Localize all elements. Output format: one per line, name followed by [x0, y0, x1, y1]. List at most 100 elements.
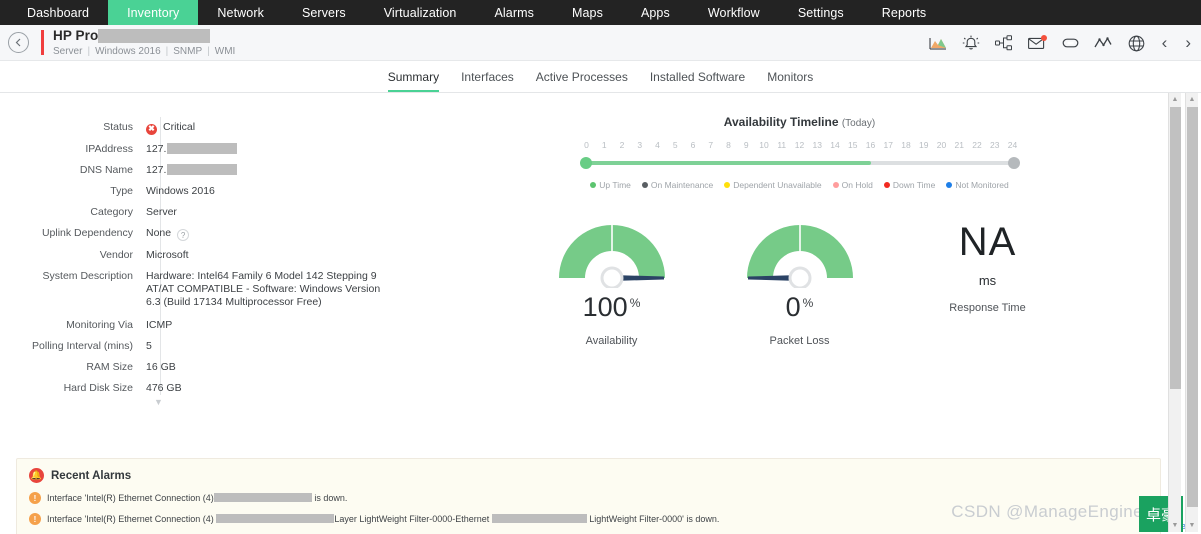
detail-value: Hardware: Intel64 Family 6 Model 142 Ste… [146, 270, 384, 309]
redacted-alarm-mask [492, 514, 587, 523]
hour-tick: 23 [988, 140, 1002, 150]
scrollbar-thumb[interactable] [1170, 107, 1181, 389]
response-time-unit: ms [908, 273, 1068, 288]
legend-label: Down Time [893, 180, 936, 190]
nav-item-network[interactable]: Network [198, 0, 283, 25]
availability-title-text: Availability Timeline [724, 115, 839, 129]
nav-item-settings[interactable]: Settings [779, 0, 863, 25]
availability-unit: % [630, 296, 641, 310]
detail-label: Hard Disk Size [6, 382, 146, 395]
hour-tick: 22 [970, 140, 984, 150]
nav-item-apps[interactable]: Apps [622, 0, 689, 25]
warning-icon: ! [29, 513, 41, 525]
help-icon[interactable]: ? [177, 229, 189, 241]
nav-item-dashboard[interactable]: Dashboard [8, 0, 108, 25]
slider-uptime-fill [586, 161, 871, 165]
detail-row-vendor: Vendor Microsoft [6, 249, 426, 262]
nav-item-maps[interactable]: Maps [553, 0, 622, 25]
device-header: HP Pro Server | Windows 2016 | SNMP | WM… [0, 25, 1201, 61]
detail-row-status: Status ✖Critical [6, 121, 426, 135]
legend-dot [884, 182, 890, 188]
slider-handle-end[interactable] [1008, 157, 1020, 169]
device-title-block: HP Pro Server | Windows 2016 | SNMP | WM… [53, 28, 235, 57]
alarm-text-prefix: Interface 'Intel(R) Ethernet Connection … [47, 493, 214, 503]
tab-monitors[interactable]: Monitors [767, 70, 813, 92]
packet-loss-gauge-label: Packet Loss [720, 335, 880, 347]
separator: | [87, 46, 90, 57]
alarm-list-item[interactable]: ! Interface 'Intel(R) Ethernet Connectio… [29, 513, 1148, 525]
detail-value: 127. [146, 143, 237, 156]
metrics-panel: Availability Timeline (Today) 0 1 2 3 4 … [426, 103, 1173, 423]
scrollbar-thumb[interactable] [1187, 107, 1198, 507]
scroll-down-arrow-icon[interactable]: ▼ [1186, 519, 1198, 532]
area-chart-icon[interactable] [929, 34, 948, 53]
page-scrollbar[interactable]: ▲ ▼ [1185, 93, 1198, 532]
detail-label: System Description [6, 270, 146, 309]
tab-interfaces[interactable]: Interfaces [461, 70, 514, 92]
availability-number: 100 [583, 292, 628, 322]
response-time-value: NA [908, 222, 1068, 262]
hour-tick: 19 [917, 140, 931, 150]
nav-item-virtualization[interactable]: Virtualization [365, 0, 476, 25]
device-os: Windows 2016 [95, 46, 161, 57]
alarm-text-suffix: is down. [312, 493, 348, 503]
next-device-button[interactable]: › [1183, 33, 1193, 53]
hour-tick: 16 [864, 140, 878, 150]
legend-item-not-monitored: Not Monitored [946, 180, 1008, 190]
network-topology-icon[interactable] [995, 34, 1014, 53]
detail-row-ram-size: RAM Size 16 GB [6, 361, 426, 374]
dns-name-value: 127. [146, 164, 166, 176]
scroll-up-arrow-icon[interactable]: ▲ [1169, 93, 1181, 106]
alarm-text: Interface 'Intel(R) Ethernet Connection … [47, 514, 719, 524]
device-category: Server [53, 46, 82, 57]
line-chart-icon[interactable] [1094, 34, 1113, 53]
hour-tick: 12 [793, 140, 807, 150]
detail-label: Category [6, 206, 146, 219]
nav-item-alarms[interactable]: Alarms [475, 0, 553, 25]
tab-summary[interactable]: Summary [388, 70, 439, 92]
gauge-availability: 100% Availability [532, 216, 692, 347]
prev-device-button[interactable]: ‹ [1160, 33, 1170, 53]
header-toolbar: ‹ › [929, 25, 1193, 61]
alarm-text-mid: Layer LightWeight Filter-0000-Ethernet [334, 514, 491, 524]
link-chain-icon[interactable] [1061, 34, 1080, 53]
nav-item-workflow[interactable]: Workflow [689, 0, 779, 25]
detail-value: 16 GB [146, 361, 176, 374]
alarm-text-suffix: LightWeight Filter-0000' is down. [587, 514, 720, 524]
device-details-panel: Status ✖Critical IPAddress 127. DNS Name… [6, 103, 426, 423]
hour-tick: 24 [1006, 140, 1020, 150]
tab-active-processes[interactable]: Active Processes [536, 70, 628, 92]
availability-slider[interactable] [580, 157, 1020, 169]
nav-item-inventory[interactable]: Inventory [108, 0, 198, 25]
hour-tick: 3 [633, 140, 647, 150]
content-scrollbar[interactable]: ▲ ▼ [1168, 93, 1181, 532]
back-button[interactable] [8, 32, 29, 53]
alert-bell-icon[interactable] [962, 34, 981, 53]
warning-icon: ! [29, 492, 41, 504]
mail-icon[interactable] [1028, 34, 1047, 53]
hour-tick: 8 [722, 140, 736, 150]
scroll-down-arrow-icon[interactable]: ▼ [1169, 519, 1181, 532]
availability-period: (Today) [842, 118, 875, 129]
detail-row-hard-disk-size: Hard Disk Size 476 GB [6, 382, 426, 395]
alarm-list-item[interactable]: ! Interface 'Intel(R) Ethernet Connectio… [29, 492, 1148, 504]
detail-value: 476 GB [146, 382, 182, 395]
nav-item-reports[interactable]: Reports [863, 0, 945, 25]
legend-label: Not Monitored [955, 180, 1008, 190]
collapse-details-chevron-down-icon[interactable]: ▼ [154, 397, 163, 407]
nav-item-servers[interactable]: Servers [283, 0, 365, 25]
tab-installed-software[interactable]: Installed Software [650, 70, 745, 92]
slider-handle-start[interactable] [580, 157, 592, 169]
globe-icon[interactable] [1127, 34, 1146, 53]
detail-label: DNS Name [6, 164, 146, 177]
tab-bar: Summary Interfaces Active Processes Inst… [0, 61, 1201, 93]
detail-row-polling-interval: Polling Interval (mins) 5 [6, 340, 426, 353]
detail-label: IPAddress [6, 143, 146, 156]
detail-row-system-description: System Description Hardware: Intel64 Fam… [6, 270, 426, 309]
hour-tick: 9 [739, 140, 753, 150]
hour-tick: 10 [757, 140, 771, 150]
packet-loss-value: 0% [720, 294, 880, 321]
availability-timeline-title: Availability Timeline (Today) [426, 115, 1173, 129]
legend-dot [833, 182, 839, 188]
scroll-up-arrow-icon[interactable]: ▲ [1186, 93, 1198, 106]
